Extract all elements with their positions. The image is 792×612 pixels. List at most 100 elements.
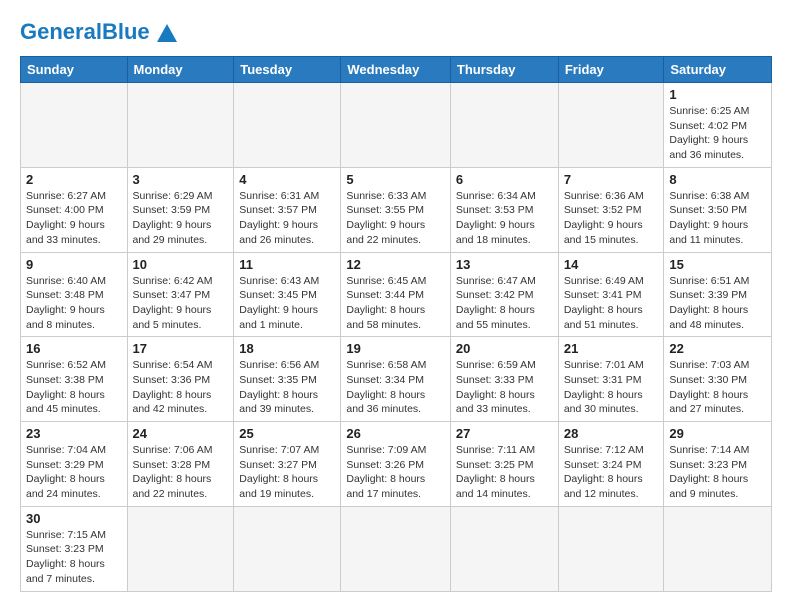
week-row-4: 23 Sunrise: 7:04 AMSunset: 3:29 PMDayligh… bbox=[21, 422, 772, 507]
day-info: Sunrise: 6:52 AMSunset: 3:38 PMDaylight:… bbox=[26, 358, 122, 417]
calendar-cell: 24 Sunrise: 7:06 AMSunset: 3:28 PMDayligh… bbox=[127, 422, 234, 507]
day-number: 16 bbox=[26, 341, 122, 356]
calendar-cell bbox=[558, 506, 664, 591]
calendar-cell: 15Sunrise: 6:51 AMSunset: 3:39 PMDayligh… bbox=[664, 252, 772, 337]
calendar-cell: 17Sunrise: 6:54 AMSunset: 3:36 PMDayligh… bbox=[127, 337, 234, 422]
logo-blue: Blue bbox=[102, 19, 150, 44]
day-info: Sunrise: 6:38 AMSunset: 3:50 PMDaylight:… bbox=[669, 189, 766, 248]
day-number: 3 bbox=[133, 172, 229, 187]
day-info: Sunrise: 7:11 AMSunset: 3:25 PMDaylight:… bbox=[456, 443, 553, 502]
calendar-cell: 30Sunrise: 7:15 AMSunset: 3:23 PMDayligh… bbox=[21, 506, 128, 591]
calendar-cell: 12 Sunrise: 6:45 AMSunset: 3:44 PMDayligh… bbox=[341, 252, 451, 337]
day-info: Sunrise: 6:45 AMSunset: 3:44 PMDaylight:… bbox=[346, 274, 445, 333]
day-info: Sunrise: 6:34 AMSunset: 3:53 PMDaylight:… bbox=[456, 189, 553, 248]
calendar-cell: 14Sunrise: 6:49 AMSunset: 3:41 PMDayligh… bbox=[558, 252, 664, 337]
day-number: 17 bbox=[133, 341, 229, 356]
day-info: Sunrise: 6:33 AMSunset: 3:55 PMDaylight:… bbox=[346, 189, 445, 248]
calendar-cell: 29 Sunrise: 7:14 AMSunset: 3:23 PMDayligh… bbox=[664, 422, 772, 507]
day-info: Sunrise: 7:09 AMSunset: 3:26 PMDaylight:… bbox=[346, 443, 445, 502]
calendar-cell: 10Sunrise: 6:42 AMSunset: 3:47 PMDayligh… bbox=[127, 252, 234, 337]
day-number: 29 bbox=[669, 426, 766, 441]
day-number: 6 bbox=[456, 172, 553, 187]
calendar-cell bbox=[450, 83, 558, 168]
calendar-cell: 20Sunrise: 6:59 AMSunset: 3:33 PMDayligh… bbox=[450, 337, 558, 422]
day-number: 2 bbox=[26, 172, 122, 187]
day-info: Sunrise: 6:59 AMSunset: 3:33 PMDaylight:… bbox=[456, 358, 553, 417]
day-info: Sunrise: 6:47 AMSunset: 3:42 PMDaylight:… bbox=[456, 274, 553, 333]
logo: GeneralBlue bbox=[20, 18, 181, 46]
week-row-1: 2 Sunrise: 6:27 AMSunset: 4:00 PMDaylight… bbox=[21, 167, 772, 252]
calendar-cell: 1 Sunrise: 6:25 AMSunset: 4:02 PMDaylight… bbox=[664, 83, 772, 168]
calendar-cell: 27 Sunrise: 7:11 AMSunset: 3:25 PMDayligh… bbox=[450, 422, 558, 507]
day-info: Sunrise: 6:56 AMSunset: 3:35 PMDaylight:… bbox=[239, 358, 335, 417]
calendar-cell: 16 Sunrise: 6:52 AMSunset: 3:38 PMDayligh… bbox=[21, 337, 128, 422]
day-info: Sunrise: 6:25 AMSunset: 4:02 PMDaylight:… bbox=[669, 104, 766, 163]
calendar-cell bbox=[234, 506, 341, 591]
day-info: Sunrise: 7:14 AMSunset: 3:23 PMDaylight:… bbox=[669, 443, 766, 502]
day-info: Sunrise: 6:36 AMSunset: 3:52 PMDaylight:… bbox=[564, 189, 659, 248]
logo-general: General bbox=[20, 19, 102, 44]
day-number: 25 bbox=[239, 426, 335, 441]
day-info: Sunrise: 6:42 AMSunset: 3:47 PMDaylight:… bbox=[133, 274, 229, 333]
col-header-wednesday: Wednesday bbox=[341, 57, 451, 83]
day-info: Sunrise: 7:01 AMSunset: 3:31 PMDaylight:… bbox=[564, 358, 659, 417]
day-info: Sunrise: 6:43 AMSunset: 3:45 PMDaylight:… bbox=[239, 274, 335, 333]
day-number: 8 bbox=[669, 172, 766, 187]
day-info: Sunrise: 6:29 AMSunset: 3:59 PMDaylight:… bbox=[133, 189, 229, 248]
calendar-cell: 28 Sunrise: 7:12 AMSunset: 3:24 PMDayligh… bbox=[558, 422, 664, 507]
day-number: 24 bbox=[133, 426, 229, 441]
calendar-cell bbox=[558, 83, 664, 168]
day-info: Sunrise: 6:40 AMSunset: 3:48 PMDaylight:… bbox=[26, 274, 122, 333]
day-info: Sunrise: 7:03 AMSunset: 3:30 PMDaylight:… bbox=[669, 358, 766, 417]
week-row-3: 16 Sunrise: 6:52 AMSunset: 3:38 PMDayligh… bbox=[21, 337, 772, 422]
calendar-cell: 11Sunrise: 6:43 AMSunset: 3:45 PMDayligh… bbox=[234, 252, 341, 337]
day-number: 26 bbox=[346, 426, 445, 441]
calendar-cell: 9Sunrise: 6:40 AMSunset: 3:48 PMDaylight… bbox=[21, 252, 128, 337]
day-info: Sunrise: 7:07 AMSunset: 3:27 PMDaylight:… bbox=[239, 443, 335, 502]
day-info: Sunrise: 6:58 AMSunset: 3:34 PMDaylight:… bbox=[346, 358, 445, 417]
logo-icon bbox=[153, 18, 181, 46]
calendar-cell: 19 Sunrise: 6:58 AMSunset: 3:34 PMDayligh… bbox=[341, 337, 451, 422]
calendar-cell bbox=[127, 83, 234, 168]
calendar-cell bbox=[21, 83, 128, 168]
day-info: Sunrise: 7:15 AMSunset: 3:23 PMDaylight:… bbox=[26, 528, 122, 587]
day-number: 19 bbox=[346, 341, 445, 356]
calendar-header-row: SundayMondayTuesdayWednesdayThursdayFrid… bbox=[21, 57, 772, 83]
calendar-table: SundayMondayTuesdayWednesdayThursdayFrid… bbox=[20, 56, 772, 592]
week-row-0: 1 Sunrise: 6:25 AMSunset: 4:02 PMDaylight… bbox=[21, 83, 772, 168]
day-number: 27 bbox=[456, 426, 553, 441]
day-number: 23 bbox=[26, 426, 122, 441]
page: GeneralBlue SundayMondayTuesdayWednesday… bbox=[0, 0, 792, 610]
header: GeneralBlue bbox=[20, 18, 772, 46]
calendar-cell bbox=[234, 83, 341, 168]
col-header-friday: Friday bbox=[558, 57, 664, 83]
calendar-cell: 4Sunrise: 6:31 AMSunset: 3:57 PMDaylight… bbox=[234, 167, 341, 252]
day-info: Sunrise: 7:06 AMSunset: 3:28 PMDaylight:… bbox=[133, 443, 229, 502]
calendar-cell: 25 Sunrise: 7:07 AMSunset: 3:27 PMDayligh… bbox=[234, 422, 341, 507]
calendar-cell: 3 Sunrise: 6:29 AMSunset: 3:59 PMDaylight… bbox=[127, 167, 234, 252]
calendar-cell: 21Sunrise: 7:01 AMSunset: 3:31 PMDayligh… bbox=[558, 337, 664, 422]
calendar-cell: 18 Sunrise: 6:56 AMSunset: 3:35 PMDayligh… bbox=[234, 337, 341, 422]
day-info: Sunrise: 6:49 AMSunset: 3:41 PMDaylight:… bbox=[564, 274, 659, 333]
calendar-cell: 5Sunrise: 6:33 AMSunset: 3:55 PMDaylight… bbox=[341, 167, 451, 252]
col-header-saturday: Saturday bbox=[664, 57, 772, 83]
calendar-cell bbox=[341, 506, 451, 591]
day-number: 18 bbox=[239, 341, 335, 356]
week-row-5: 30Sunrise: 7:15 AMSunset: 3:23 PMDayligh… bbox=[21, 506, 772, 591]
calendar-cell: 8 Sunrise: 6:38 AMSunset: 3:50 PMDaylight… bbox=[664, 167, 772, 252]
day-number: 12 bbox=[346, 257, 445, 272]
calendar-cell bbox=[450, 506, 558, 591]
calendar-cell bbox=[664, 506, 772, 591]
day-info: Sunrise: 7:04 AMSunset: 3:29 PMDaylight:… bbox=[26, 443, 122, 502]
calendar-cell: 2 Sunrise: 6:27 AMSunset: 4:00 PMDaylight… bbox=[21, 167, 128, 252]
day-number: 4 bbox=[239, 172, 335, 187]
day-number: 1 bbox=[669, 87, 766, 102]
calendar-cell: 22Sunrise: 7:03 AMSunset: 3:30 PMDayligh… bbox=[664, 337, 772, 422]
calendar-cell: 13Sunrise: 6:47 AMSunset: 3:42 PMDayligh… bbox=[450, 252, 558, 337]
calendar-cell: 26 Sunrise: 7:09 AMSunset: 3:26 PMDayligh… bbox=[341, 422, 451, 507]
day-info: Sunrise: 7:12 AMSunset: 3:24 PMDaylight:… bbox=[564, 443, 659, 502]
day-info: Sunrise: 6:51 AMSunset: 3:39 PMDaylight:… bbox=[669, 274, 766, 333]
logo-text: GeneralBlue bbox=[20, 21, 150, 43]
day-number: 28 bbox=[564, 426, 659, 441]
day-info: Sunrise: 6:27 AMSunset: 4:00 PMDaylight:… bbox=[26, 189, 122, 248]
